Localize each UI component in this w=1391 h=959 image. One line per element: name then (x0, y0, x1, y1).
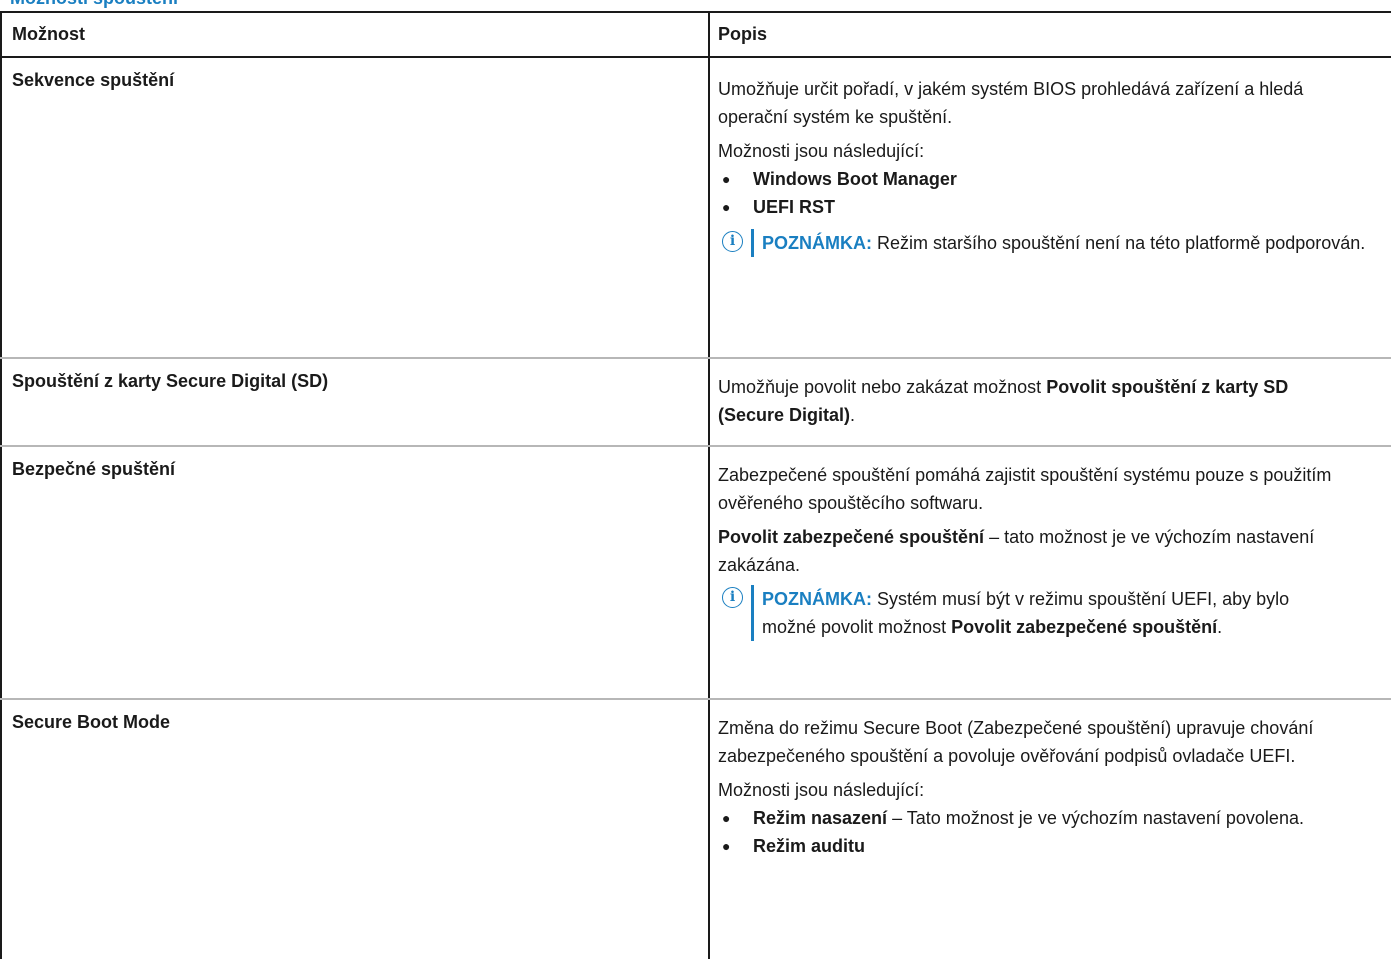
description-text: Změna do režimu Secure Boot (Zabezpečené… (718, 718, 1314, 766)
info-icon: i (722, 231, 743, 252)
bullet-icon: ● (722, 171, 731, 187)
option-description: Umožňuje určit pořadí, v jakém systém BI… (709, 57, 1391, 359)
note-box: i POZNÁMKA: Systém musí být v režimu spo… (718, 585, 1322, 641)
partial-heading: Možnosti spouštění (0, 0, 360, 10)
description-text: Zabezpečené spouštění pomáhá zajistit sp… (718, 465, 1332, 513)
options-list: ● Windows Boot Manager ● UEFI RST (718, 165, 1391, 221)
note-text: Režim staršího spouštění není na této pl… (877, 233, 1366, 253)
table-row: Spouštění z karty Secure Digital (SD) Um… (0, 358, 1391, 447)
description-text: Umožňuje povolit nebo zakázat možnost Po… (718, 377, 1289, 425)
partial-heading-text: Možnosti spouštění (10, 0, 178, 9)
option-name: Bezpečné spuštění (0, 446, 710, 700)
description-text: Možnosti jsou následující: (718, 780, 925, 800)
note-box: i POZNÁMKA: Režim staršího spouštění nen… (718, 229, 1391, 257)
note-bar (751, 585, 754, 641)
option-name: Secure Boot Mode (0, 699, 710, 959)
list-item: ● Režim nasazení – Tato možnost je ve výc… (718, 804, 1373, 832)
description-text: Možnosti jsou následující: (718, 141, 925, 161)
column-header-option: Možnost (0, 11, 710, 58)
table-row: Secure Boot Mode Změna do režimu Secure … (0, 699, 1391, 959)
table-header-row: Možnost Popis (0, 11, 1391, 58)
bullet-icon: ● (722, 838, 731, 854)
table-row: Sekvence spuštění Umožňuje určit pořadí,… (0, 57, 1391, 359)
bullet-icon: ● (722, 199, 731, 215)
options-list: ● Režim nasazení – Tato možnost je ve výc… (718, 804, 1391, 860)
note-label: POZNÁMKA: (762, 233, 872, 253)
list-item: ● Režim auditu (718, 832, 1391, 860)
column-header-description: Popis (709, 11, 1391, 58)
list-item: ● UEFI RST (718, 193, 1391, 221)
option-description: Změna do režimu Secure Boot (Zabezpečené… (709, 699, 1391, 959)
option-name: Sekvence spuštění (0, 57, 710, 359)
description-text: Povolit zabezpečené spouštění – tato mož… (718, 527, 1315, 575)
description-text: Umožňuje určit pořadí, v jakém systém BI… (718, 79, 1304, 127)
boot-options-table: Možnost Popis Sekvence spuštění Umožňuje… (0, 11, 1391, 959)
bullet-icon: ● (722, 810, 731, 826)
option-name: Spouštění z karty Secure Digital (SD) (0, 358, 710, 447)
table-row: Bezpečné spuštění Zabezpečené spouštění … (0, 446, 1391, 700)
list-item: ● Windows Boot Manager (718, 165, 1391, 193)
option-description: Zabezpečené spouštění pomáhá zajistit sp… (709, 446, 1391, 700)
note-bar (751, 229, 754, 257)
info-icon: i (722, 587, 743, 608)
note-label: POZNÁMKA: (762, 589, 872, 609)
option-description: Umožňuje povolit nebo zakázat možnost Po… (709, 358, 1391, 447)
